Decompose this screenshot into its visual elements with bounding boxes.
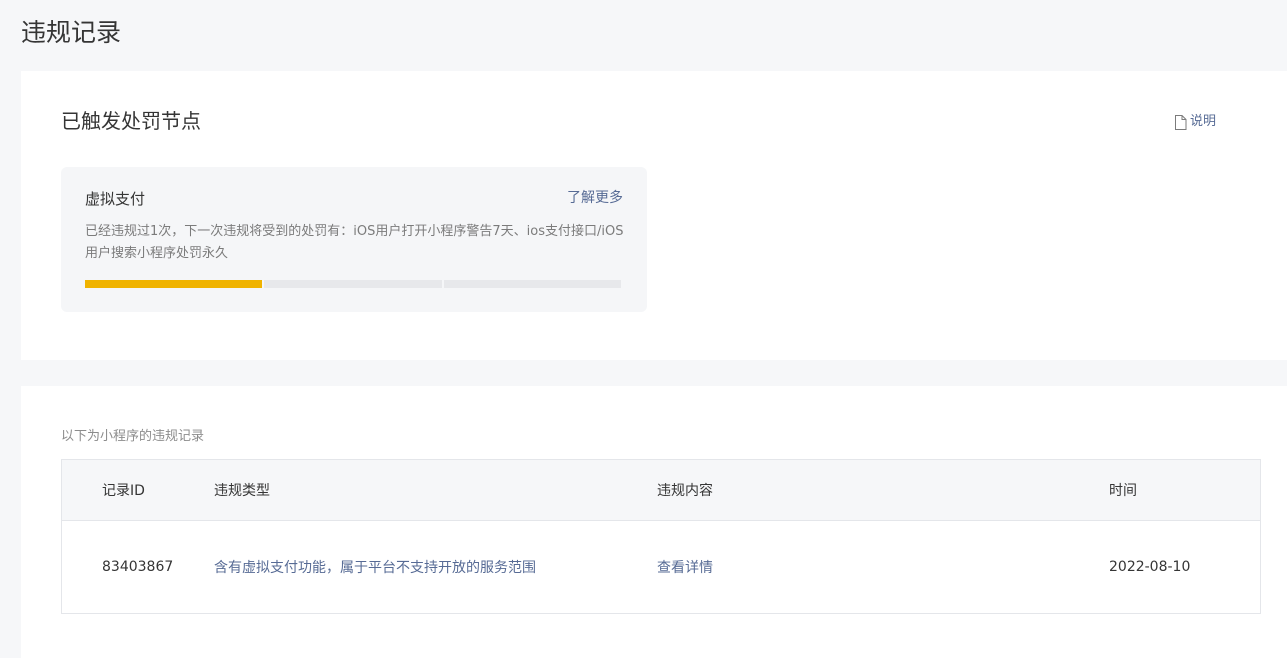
page-title: 违规记录 xyxy=(21,18,122,47)
help-link[interactable]: 说明 xyxy=(1174,113,1216,131)
records-table: 记录ID 违规类型 违规内容 时间 83403867 含有虚拟支付功能，属于平台… xyxy=(61,459,1261,614)
table-row: 83403867 含有虚拟支付功能，属于平台不支持开放的服务范围 查看详情 20… xyxy=(62,521,1260,613)
record-id: 83403867 xyxy=(102,559,174,575)
column-header-content: 违规内容 xyxy=(657,483,713,499)
view-details-link[interactable]: 查看详情 xyxy=(657,521,713,613)
record-type-link[interactable]: 含有虚拟支付功能，属于平台不支持开放的服务范围 xyxy=(214,521,536,613)
penalty-section-title: 已触发处罚节点 xyxy=(61,109,201,133)
column-header-type: 违规类型 xyxy=(214,483,270,499)
progress-segment xyxy=(443,280,621,288)
records-card: 以下为小程序的违规记录 记录ID 违规类型 违规内容 时间 83403867 含… xyxy=(21,386,1287,658)
column-header-id: 记录ID xyxy=(102,483,145,499)
document-icon xyxy=(1174,114,1187,130)
penalty-description: 已经违规过1次，下一次违规将受到的处罚有：iOS用户打开小程序警告7天、ios支… xyxy=(85,224,624,261)
penalty-node-card: 虚拟支付 了解更多 已经违规过1次，下一次违规将受到的处罚有：iOS用户打开小程… xyxy=(61,167,647,312)
learn-more-link[interactable]: 了解更多 xyxy=(567,188,623,208)
progress-segment xyxy=(264,280,442,288)
penalty-progress-bar xyxy=(85,280,621,288)
records-intro: 以下为小程序的违规记录 xyxy=(61,429,205,444)
progress-segment xyxy=(85,280,263,288)
table-header: 记录ID 违规类型 违规内容 时间 xyxy=(62,460,1260,521)
help-label: 说明 xyxy=(1190,114,1217,129)
column-header-time: 时间 xyxy=(1109,483,1137,499)
penalty-card: 已触发处罚节点 说明 虚拟支付 了解更多 已经违规过1次，下一次违规将受到的处罚… xyxy=(21,71,1287,360)
record-time: 2022-08-10 xyxy=(1109,559,1191,575)
penalty-node-title: 虚拟支付 xyxy=(85,190,146,208)
